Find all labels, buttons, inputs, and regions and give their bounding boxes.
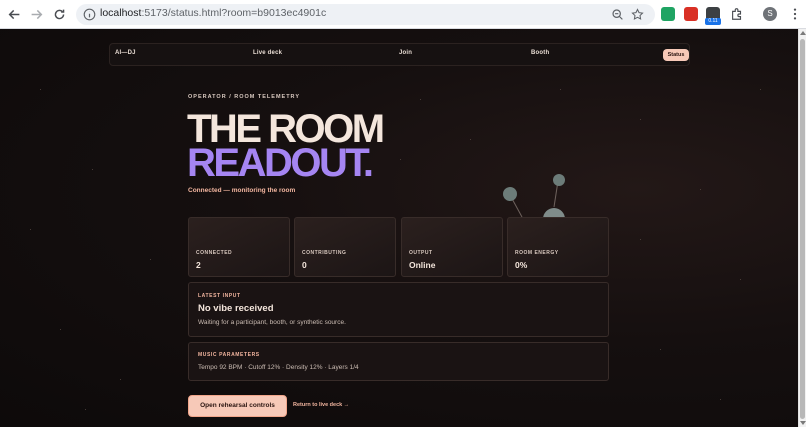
return-to-live-deck-link[interactable]: Return to live deck → [293,402,349,408]
reload-icon[interactable] [51,6,68,23]
page-scrollbar[interactable] [798,29,806,427]
page-eyebrow: OPERATOR / ROOM TELEMETRY [188,94,300,100]
nav-link-live-deck[interactable]: Live deck [253,50,282,56]
stat-card-connected: CONNECTED 2 [188,217,290,277]
music-parameters-summary: Tempo 92 BPM · Cutoff 12% · Density 12% … [198,364,359,371]
stat-value: Online [409,260,436,270]
latest-input-title: No vibe received [198,303,274,314]
stat-label: CONNECTED [196,250,233,256]
page-title-line-2: READOUT. [187,141,374,185]
panel-label: LATEST INPUT [198,293,241,299]
connection-status: Connected — monitoring the room [188,187,296,194]
scroll-down-icon[interactable] [800,421,806,425]
bookmark-star-icon[interactable] [631,8,644,21]
nav-link-booth[interactable]: Booth [531,50,549,56]
status-page: AI—DJ Live deck Join Booth Status OPERAT… [0,29,798,427]
scroll-thumb[interactable] [800,39,805,419]
stat-label: CONTRIBUTING [302,250,347,256]
antenna-decoration-icon [503,174,565,219]
stat-value: 0% [515,260,528,270]
url-text[interactable]: localhost:5173/status.html?room=b9013ec4… [100,7,326,19]
brand-logo[interactable]: AI—DJ [115,50,136,56]
music-parameters-panel: MUSIC PARAMETERS Tempo 92 BPM · Cutoff 1… [188,342,609,381]
nav-link-status[interactable]: Status [663,49,689,61]
forward-icon[interactable] [28,6,45,23]
extensions-puzzle-icon[interactable] [730,7,744,21]
stat-card-output: OUTPUT Online [401,217,503,277]
stat-label: ROOM ENERGY [515,250,559,256]
scroll-up-icon[interactable] [800,31,806,35]
profile-avatar[interactable]: S [763,7,777,21]
zoom-icon[interactable] [611,8,624,21]
extension-green-icon[interactable] [661,7,675,21]
back-icon[interactable] [6,6,23,23]
browser-toolbar: localhost:5173/status.html?room=b9013ec4… [0,0,806,29]
stat-value: 0 [302,260,307,270]
address-bar[interactable]: localhost:5173/status.html?room=b9013ec4… [76,4,655,25]
site-info-icon[interactable] [83,8,96,21]
extension-badge: 0.11 [705,18,721,25]
nav-link-join[interactable]: Join [399,50,412,56]
extension-red-icon[interactable] [684,7,698,21]
panel-label: MUSIC PARAMETERS [198,352,260,358]
stat-card-contributing: CONTRIBUTING 0 [294,217,396,277]
latest-input-panel: LATEST INPUT No vibe received Waiting fo… [188,282,609,337]
browser-menu-icon[interactable] [788,7,802,21]
latest-input-description: Waiting for a participant, booth, or syn… [198,319,346,326]
stat-label: OUTPUT [409,250,433,256]
top-navigation: AI—DJ Live deck Join Booth Status [109,43,690,66]
stat-card-room-energy: ROOM ENERGY 0% [507,217,609,277]
stat-value: 2 [196,260,201,270]
open-rehearsal-controls-button[interactable]: Open rehearsal controls [188,395,287,417]
